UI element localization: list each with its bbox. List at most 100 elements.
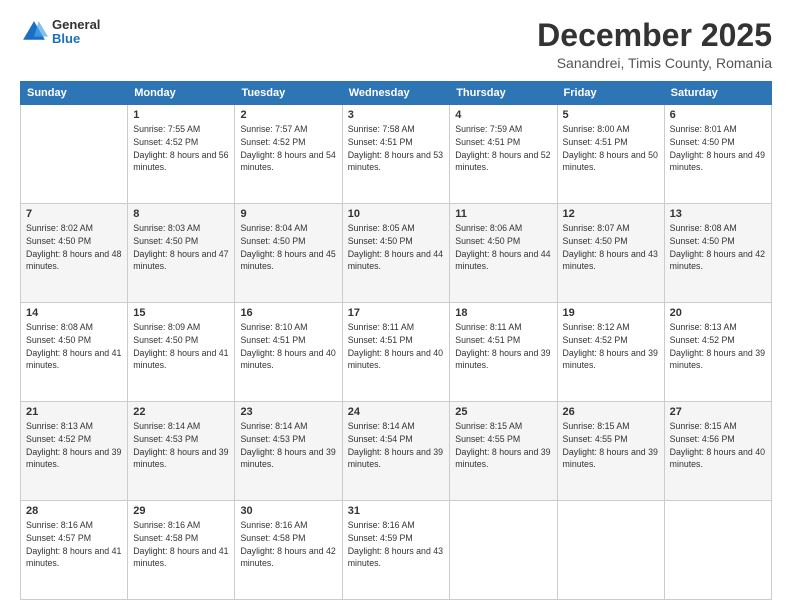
day-info: Sunrise: 8:10 AMSunset: 4:51 PMDaylight:… (240, 321, 336, 372)
day-info: Sunrise: 8:08 AMSunset: 4:50 PMDaylight:… (26, 321, 122, 372)
day-info: Sunrise: 8:09 AMSunset: 4:50 PMDaylight:… (133, 321, 229, 372)
weekday-header-wednesday: Wednesday (342, 82, 450, 105)
day-info: Sunrise: 8:15 AMSunset: 4:56 PMDaylight:… (670, 420, 766, 471)
day-info: Sunrise: 7:55 AMSunset: 4:52 PMDaylight:… (133, 123, 229, 174)
page: General Blue December 2025 Sanandrei, Ti… (0, 0, 792, 612)
calendar-cell: 12Sunrise: 8:07 AMSunset: 4:50 PMDayligh… (557, 204, 664, 303)
month-title: December 2025 (537, 18, 772, 53)
weekday-header-monday: Monday (128, 82, 235, 105)
day-number: 22 (133, 406, 229, 418)
day-info: Sunrise: 8:16 AMSunset: 4:59 PMDaylight:… (348, 519, 445, 570)
weekday-header-saturday: Saturday (664, 82, 771, 105)
day-number: 23 (240, 406, 336, 418)
day-number: 20 (670, 307, 766, 319)
calendar-cell (557, 501, 664, 600)
day-number: 27 (670, 406, 766, 418)
calendar-cell: 23Sunrise: 8:14 AMSunset: 4:53 PMDayligh… (235, 402, 342, 501)
day-number: 2 (240, 109, 336, 121)
day-number: 15 (133, 307, 229, 319)
day-number: 16 (240, 307, 336, 319)
day-info: Sunrise: 7:58 AMSunset: 4:51 PMDaylight:… (348, 123, 445, 174)
day-number: 11 (455, 208, 551, 220)
calendar-cell: 2 Sunrise: 7:57 AMSunset: 4:52 PMDaylight… (235, 105, 342, 204)
day-number: 7 (26, 208, 122, 220)
day-info: Sunrise: 8:12 AMSunset: 4:52 PMDaylight:… (563, 321, 659, 372)
day-info: Sunrise: 8:15 AMSunset: 4:55 PMDaylight:… (563, 420, 659, 471)
day-info: Sunrise: 8:16 AMSunset: 4:58 PMDaylight:… (240, 519, 336, 570)
calendar-cell: 9 Sunrise: 8:04 AMSunset: 4:50 PMDaylight… (235, 204, 342, 303)
day-number: 14 (26, 307, 122, 319)
day-number: 28 (26, 505, 122, 517)
calendar-cell: 31 Sunrise: 8:16 AMSunset: 4:59 PMDayligh… (342, 501, 450, 600)
logo-blue-label: Blue (52, 32, 100, 46)
calendar-week-3: 14 Sunrise: 8:08 AMSunset: 4:50 PMDayligh… (21, 303, 772, 402)
day-number: 3 (348, 109, 445, 121)
calendar-cell: 10 Sunrise: 8:05 AMSunset: 4:50 PMDayligh… (342, 204, 450, 303)
calendar-cell: 5Sunrise: 8:00 AMSunset: 4:51 PMDaylight… (557, 105, 664, 204)
calendar-cell: 11 Sunrise: 8:06 AMSunset: 4:50 PMDayligh… (450, 204, 557, 303)
logo-text: General Blue (52, 18, 100, 47)
calendar-cell: 4Sunrise: 7:59 AMSunset: 4:51 PMDaylight… (450, 105, 557, 204)
day-number: 19 (563, 307, 659, 319)
calendar-week-2: 7 Sunrise: 8:02 AMSunset: 4:50 PMDaylight… (21, 204, 772, 303)
calendar-cell: 27 Sunrise: 8:15 AMSunset: 4:56 PMDayligh… (664, 402, 771, 501)
calendar-cell: 19 Sunrise: 8:12 AMSunset: 4:52 PMDayligh… (557, 303, 664, 402)
day-info: Sunrise: 7:57 AMSunset: 4:52 PMDaylight:… (240, 123, 336, 174)
calendar-cell (450, 501, 557, 600)
day-info: Sunrise: 8:04 AMSunset: 4:50 PMDaylight:… (240, 222, 336, 273)
day-info: Sunrise: 8:14 AMSunset: 4:54 PMDaylight:… (348, 420, 445, 471)
day-number: 12 (563, 208, 659, 220)
day-info: Sunrise: 8:16 AMSunset: 4:57 PMDaylight:… (26, 519, 122, 570)
day-info: Sunrise: 8:11 AMSunset: 4:51 PMDaylight:… (348, 321, 445, 372)
calendar-cell (21, 105, 128, 204)
day-number: 21 (26, 406, 122, 418)
day-info: Sunrise: 8:06 AMSunset: 4:50 PMDaylight:… (455, 222, 551, 273)
calendar-cell: 16 Sunrise: 8:10 AMSunset: 4:51 PMDayligh… (235, 303, 342, 402)
day-info: Sunrise: 8:15 AMSunset: 4:55 PMDaylight:… (455, 420, 551, 471)
calendar-cell: 26 Sunrise: 8:15 AMSunset: 4:55 PMDayligh… (557, 402, 664, 501)
day-number: 25 (455, 406, 551, 418)
day-number: 1 (133, 109, 229, 121)
day-number: 6 (670, 109, 766, 121)
day-info: Sunrise: 8:16 AMSunset: 4:58 PMDaylight:… (133, 519, 229, 570)
calendar-cell: 21 Sunrise: 8:13 AMSunset: 4:52 PMDayligh… (21, 402, 128, 501)
calendar-cell: 13 Sunrise: 8:08 AMSunset: 4:50 PMDayligh… (664, 204, 771, 303)
header: General Blue December 2025 Sanandrei, Ti… (20, 18, 772, 71)
calendar-cell: 1 Sunrise: 7:55 AMSunset: 4:52 PMDaylight… (128, 105, 235, 204)
logo-icon (20, 18, 48, 46)
day-number: 10 (348, 208, 445, 220)
day-info: Sunrise: 7:59 AMSunset: 4:51 PMDaylight:… (455, 123, 551, 174)
weekday-header-row: SundayMondayTuesdayWednesdayThursdayFrid… (21, 82, 772, 105)
weekday-header-thursday: Thursday (450, 82, 557, 105)
calendar-cell: 15 Sunrise: 8:09 AMSunset: 4:50 PMDayligh… (128, 303, 235, 402)
calendar-cell: 28 Sunrise: 8:16 AMSunset: 4:57 PMDayligh… (21, 501, 128, 600)
day-number: 30 (240, 505, 336, 517)
day-number: 9 (240, 208, 336, 220)
calendar-week-1: 1 Sunrise: 7:55 AMSunset: 4:52 PMDaylight… (21, 105, 772, 204)
calendar-cell: 6Sunrise: 8:01 AMSunset: 4:50 PMDaylight… (664, 105, 771, 204)
day-info: Sunrise: 8:02 AMSunset: 4:50 PMDaylight:… (26, 222, 122, 273)
day-info: Sunrise: 8:08 AMSunset: 4:50 PMDaylight:… (670, 222, 766, 273)
calendar-cell: 7 Sunrise: 8:02 AMSunset: 4:50 PMDaylight… (21, 204, 128, 303)
calendar-body: 1 Sunrise: 7:55 AMSunset: 4:52 PMDaylight… (21, 105, 772, 600)
calendar-week-5: 28 Sunrise: 8:16 AMSunset: 4:57 PMDayligh… (21, 501, 772, 600)
day-info: Sunrise: 8:00 AMSunset: 4:51 PMDaylight:… (563, 123, 659, 174)
day-number: 13 (670, 208, 766, 220)
day-number: 26 (563, 406, 659, 418)
calendar-cell: 8Sunrise: 8:03 AMSunset: 4:50 PMDaylight… (128, 204, 235, 303)
weekday-header-tuesday: Tuesday (235, 82, 342, 105)
calendar-cell (664, 501, 771, 600)
day-info: Sunrise: 8:05 AMSunset: 4:50 PMDaylight:… (348, 222, 445, 273)
day-number: 31 (348, 505, 445, 517)
day-info: Sunrise: 8:11 AMSunset: 4:51 PMDaylight:… (455, 321, 551, 372)
calendar-header: SundayMondayTuesdayWednesdayThursdayFrid… (21, 82, 772, 105)
calendar-cell: 17Sunrise: 8:11 AMSunset: 4:51 PMDayligh… (342, 303, 450, 402)
calendar-cell: 25 Sunrise: 8:15 AMSunset: 4:55 PMDayligh… (450, 402, 557, 501)
day-info: Sunrise: 8:14 AMSunset: 4:53 PMDaylight:… (133, 420, 229, 471)
title-section: December 2025 Sanandrei, Timis County, R… (537, 18, 772, 71)
calendar-cell: 30 Sunrise: 8:16 AMSunset: 4:58 PMDayligh… (235, 501, 342, 600)
weekday-header-sunday: Sunday (21, 82, 128, 105)
day-number: 8 (133, 208, 229, 220)
day-info: Sunrise: 8:13 AMSunset: 4:52 PMDaylight:… (26, 420, 122, 471)
calendar-cell: 14 Sunrise: 8:08 AMSunset: 4:50 PMDayligh… (21, 303, 128, 402)
